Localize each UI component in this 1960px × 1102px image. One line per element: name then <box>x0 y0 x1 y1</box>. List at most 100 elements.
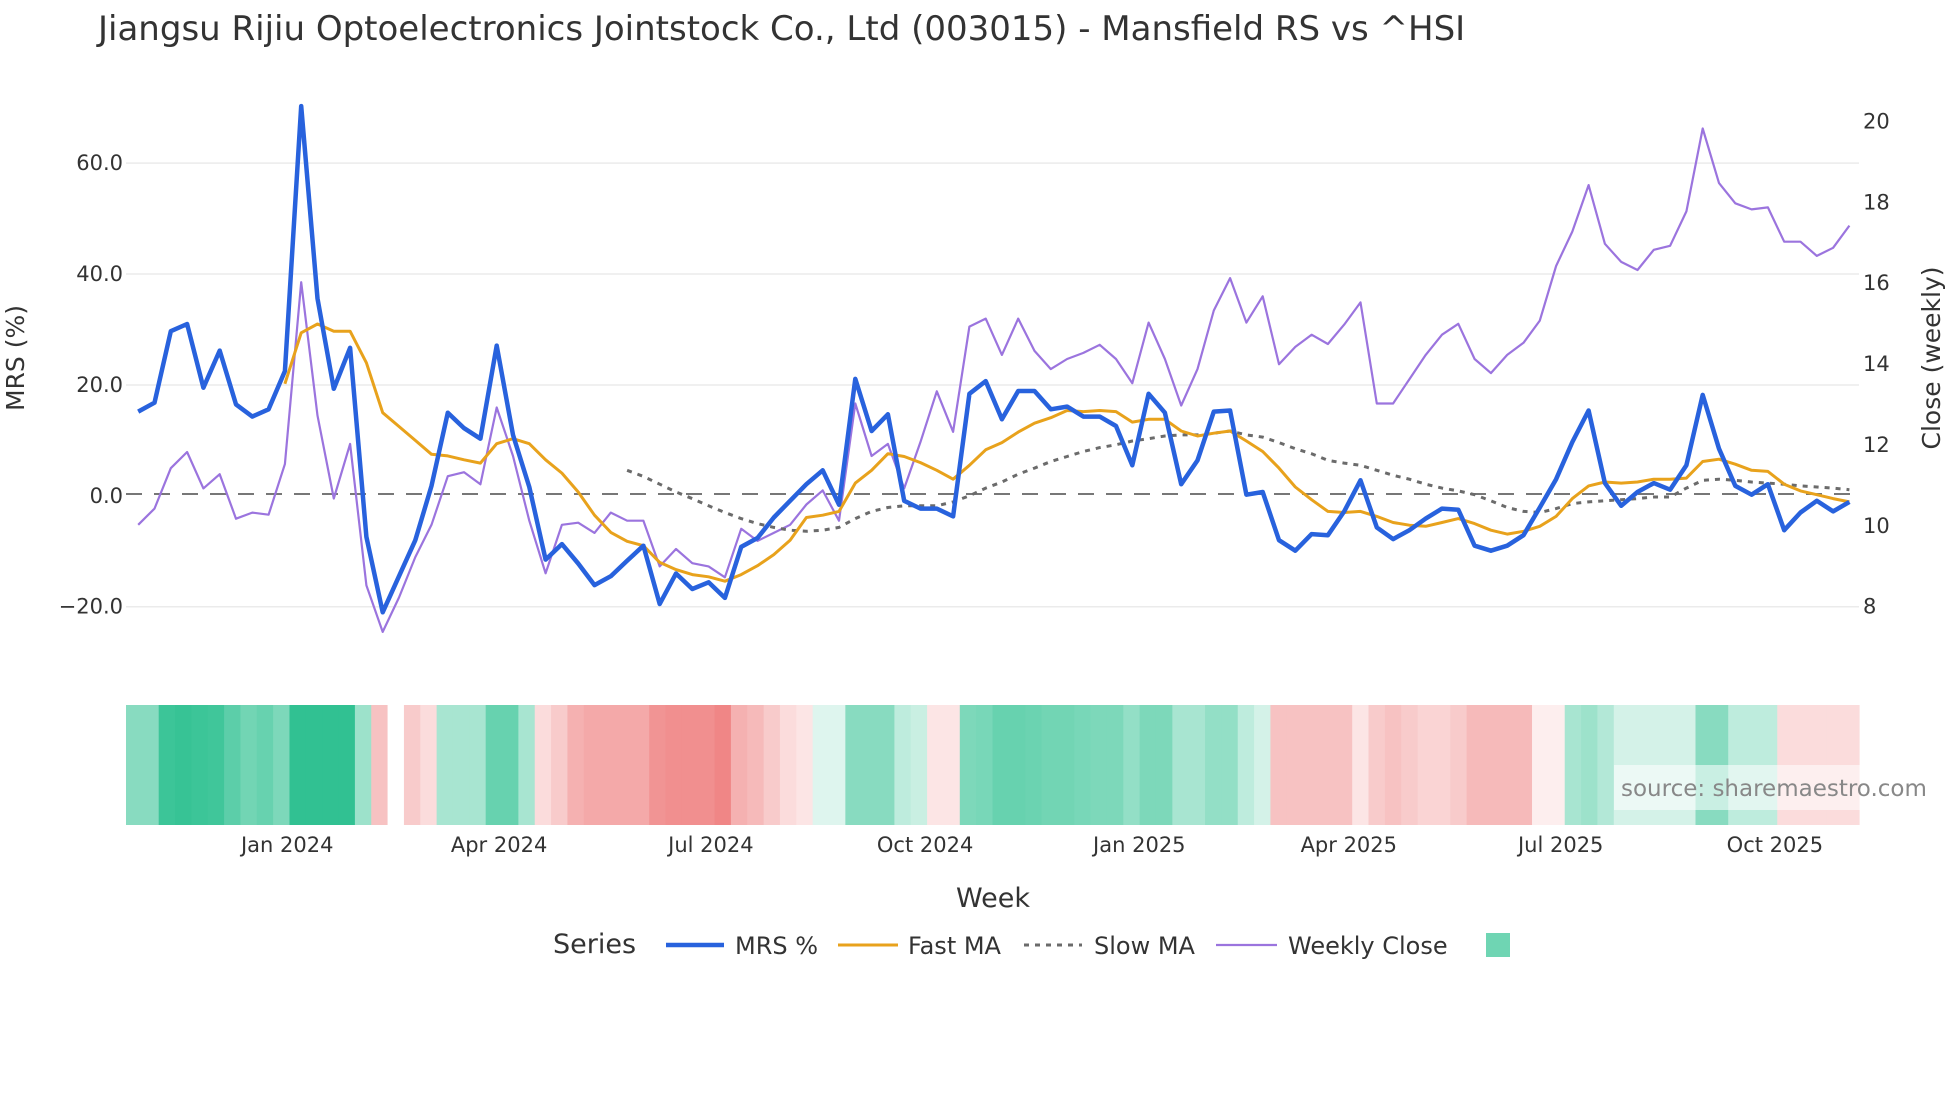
heatmap-cell <box>894 705 912 825</box>
heatmap-cell <box>1499 705 1517 825</box>
heatmap-cell <box>322 705 340 825</box>
regime-heatmap <box>126 705 1860 825</box>
heatmap-cell <box>485 705 503 825</box>
y-tick-label: 60.0 <box>76 151 123 175</box>
heatmap-cell <box>1352 705 1370 825</box>
heatmap-cell <box>1074 705 1092 825</box>
heatmap-cell <box>616 705 634 825</box>
heatmap-cell <box>207 705 225 825</box>
heatmap-cell <box>829 705 846 825</box>
chart-title: Jiangsu Rijiu Optoelectronics Jointstock… <box>96 9 1465 49</box>
heatmap-cell <box>469 705 487 825</box>
legend: Series MRS % Fast MA Slow MA Weekly Clos… <box>553 929 1510 960</box>
x-tick-label: Apr 2025 <box>1301 833 1397 857</box>
heatmap-cell <box>1237 705 1255 825</box>
series-line-weekly-close <box>137 127 1851 633</box>
y2-tick-label: 12 <box>1863 433 1890 457</box>
heatmap-cell <box>665 705 683 825</box>
heatmap-cell <box>632 705 650 825</box>
heatmap-cell <box>158 705 176 825</box>
x-tick-label: Jan 2024 <box>239 833 334 857</box>
heatmap-cell <box>436 705 454 825</box>
heatmap-cell <box>976 705 994 825</box>
legend-title: Series <box>553 929 636 960</box>
heatmap-cell <box>861 705 879 825</box>
heatmap-cell <box>1155 705 1173 825</box>
heatmap-cell <box>649 705 667 825</box>
heatmap-cell <box>534 705 552 825</box>
heatmap-cell <box>681 705 699 825</box>
heatmap-cell <box>338 705 356 825</box>
heatmap-cell <box>959 705 977 825</box>
legend-item-slow-ma[interactable]: Slow MA <box>1024 932 1196 960</box>
legend-label: Slow MA <box>1094 932 1196 960</box>
y-tick-label: 0.0 <box>90 484 123 508</box>
legend-label: Fast MA <box>908 932 1002 960</box>
legend-label: Weekly Close <box>1288 932 1448 960</box>
heatmap-cell <box>1335 705 1353 825</box>
grid-lines <box>126 162 1859 608</box>
x-tick-label: Jan 2025 <box>1091 833 1186 857</box>
x-axis-title: Week <box>956 883 1030 914</box>
x-tick-label: Jul 2024 <box>666 833 753 857</box>
x-axis-ticks: Jan 2024 Apr 2024 Jul 2024 Oct 2024 Jan 2025… <box>239 833 1823 857</box>
heatmap-cell <box>1548 705 1566 825</box>
legend-item-mrs[interactable]: MRS % <box>666 932 818 960</box>
heatmap-cell <box>1172 705 1190 825</box>
heatmap-cell <box>1515 705 1533 825</box>
y2-tick-label: 16 <box>1863 271 1890 295</box>
y-tick-label: −20.0 <box>59 595 123 619</box>
heatmap-cell <box>763 705 781 825</box>
y2-axis-title: Close (weekly) <box>1917 267 1946 450</box>
heatmap-cell <box>387 705 405 825</box>
heatmap-cell <box>518 705 536 825</box>
legend-item-fast-ma[interactable]: Fast MA <box>838 932 1002 960</box>
heatmap-cell <box>1205 705 1222 825</box>
heatmap-cell <box>1106 705 1124 825</box>
heatmap-cell <box>1008 705 1026 825</box>
heatmap-cell <box>452 705 470 825</box>
heatmap-cell <box>1401 705 1419 825</box>
heatmap-cell <box>1041 705 1059 825</box>
heatmap-cell <box>191 705 209 825</box>
x-tick-label: Oct 2024 <box>877 833 973 857</box>
heatmap-cell <box>600 705 618 825</box>
y2-tick-label: 10 <box>1863 514 1890 538</box>
y-tick-label: 40.0 <box>76 262 123 286</box>
legend-item-weekly-close[interactable]: Weekly Close <box>1216 932 1448 960</box>
heatmap-cell <box>1532 705 1549 825</box>
heatmap-cell <box>747 705 765 825</box>
mrs-chart: Jiangsu Rijiu Optoelectronics Jointstock… <box>1 9 1946 960</box>
heatmap-cell <box>1303 705 1321 825</box>
x-tick-label: Jul 2025 <box>1516 833 1603 857</box>
heatmap-cell <box>943 705 961 825</box>
heatmap-cell <box>273 705 291 825</box>
heatmap-cell <box>779 705 797 825</box>
heatmap-cell <box>567 705 585 825</box>
heatmap-cell <box>1466 705 1484 825</box>
heatmap-cell <box>1564 705 1582 825</box>
heatmap-cell <box>1417 705 1435 825</box>
left-axis-ticks: −20.0 0.0 20.0 40.0 60.0 <box>59 151 123 619</box>
legend-label: MRS % <box>735 932 818 960</box>
heatmap-cell <box>1188 705 1206 825</box>
heatmap-cell <box>730 705 748 825</box>
heatmap-cell <box>502 705 519 825</box>
heatmap-cell <box>1368 705 1386 825</box>
heatmap-cell <box>1482 705 1500 825</box>
heatmap-cell <box>1581 705 1599 825</box>
heatmap-cell <box>142 705 160 825</box>
heatmap-cell <box>812 705 830 825</box>
y2-tick-label: 14 <box>1863 352 1890 376</box>
heatmap-cell <box>1025 705 1043 825</box>
heatmap-cell <box>992 705 1010 825</box>
x-tick-label: Oct 2025 <box>1727 833 1823 857</box>
heatmap-cell <box>1433 705 1451 825</box>
heatmap-cell <box>1057 705 1075 825</box>
legend-item-heatmap-swatch[interactable] <box>1486 933 1510 957</box>
heatmap-cell <box>1450 705 1468 825</box>
heatmap-cell <box>240 705 258 825</box>
heatmap-cell <box>403 705 421 825</box>
heatmap-cell <box>420 705 438 825</box>
heatmap-cell <box>796 705 814 825</box>
